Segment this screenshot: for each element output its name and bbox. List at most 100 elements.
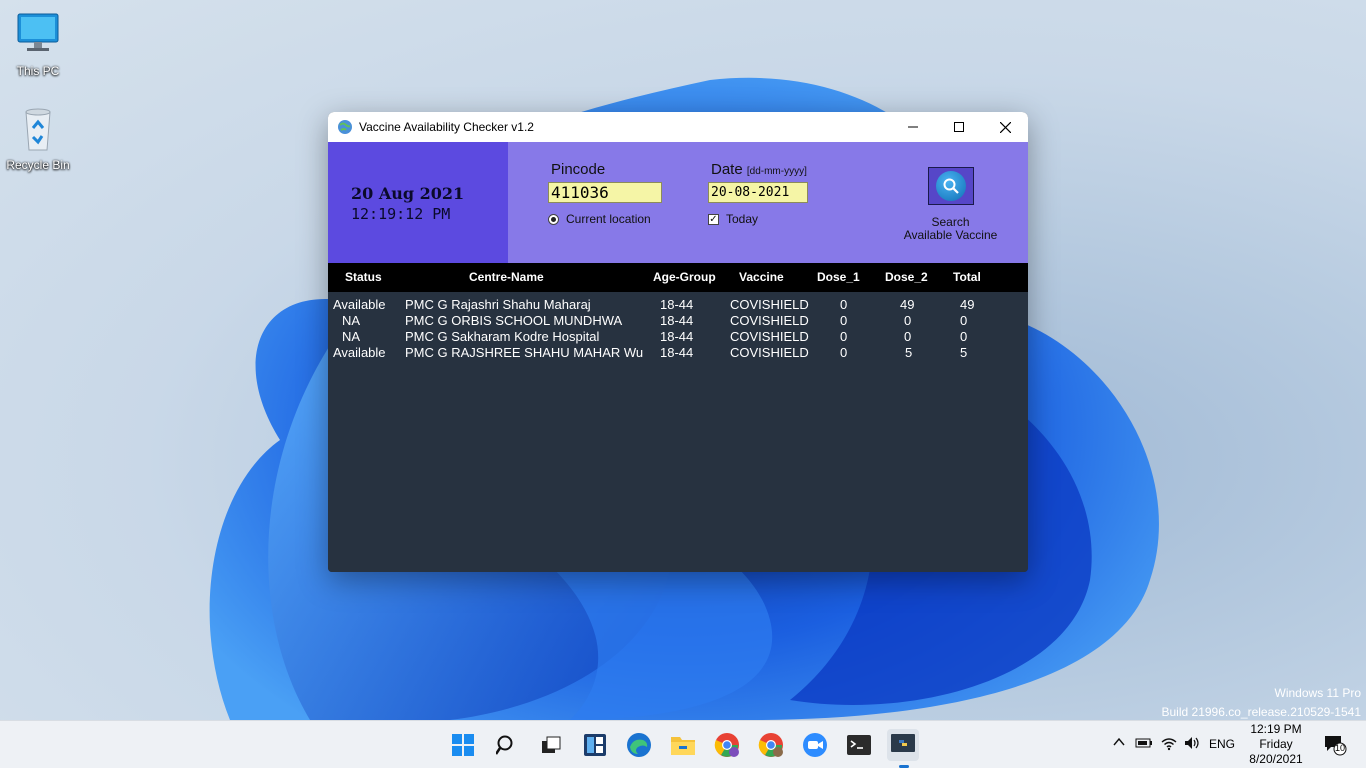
widgets-icon [584, 734, 606, 756]
cell-age-group: 18-44 [660, 329, 694, 344]
desktop-icon-this-pc[interactable]: This PC [0, 12, 76, 78]
title-bar[interactable]: Vaccine Availability Checker v1.2 [328, 112, 1028, 142]
search-button[interactable] [928, 167, 974, 205]
date-label: Date [dd-mm-yyyy] [711, 161, 807, 178]
table-row: Available PMC G RAJSHREE SHAHU MAHAR Wu … [328, 345, 1028, 361]
cell-centre: PMC G RAJSHREE SHAHU MAHAR Wu [405, 345, 644, 360]
volume-control[interactable] [1183, 735, 1201, 754]
cell-total: 0 [960, 313, 968, 328]
column-header-centre-name: Centre-Name [469, 270, 544, 284]
table-row: NA PMC G ORBIS SCHOOL MUNDHWA 18-44 COVI… [328, 313, 1028, 329]
speaker-icon [1185, 737, 1199, 749]
windows-logo-icon [452, 734, 474, 756]
battery-status[interactable] [1135, 736, 1153, 753]
cell-status: NA [342, 313, 361, 328]
current-location-radio[interactable]: Current location [548, 212, 651, 226]
cell-dose-2: 0 [904, 313, 912, 328]
table-row: NA PMC G Sakharam Kodre Hospital 18-44 C… [328, 329, 1028, 345]
chrome-profile-1-button[interactable] [711, 729, 743, 761]
checkmark-icon: ✓ [708, 213, 719, 225]
network-status[interactable] [1160, 735, 1178, 754]
search-caption-line2: Available Vaccine [903, 228, 998, 242]
taskbar-clock[interactable]: 12:19 PM Friday 8/20/2021 [1240, 722, 1312, 767]
cell-dose-1: 0 [840, 345, 848, 360]
search-caption: Search Available Vaccine [888, 216, 1013, 242]
cell-dose-1: 0 [840, 297, 848, 312]
widgets-button[interactable] [579, 729, 611, 761]
battery-plug-icon [1135, 738, 1152, 748]
maximize-button[interactable] [936, 112, 982, 142]
file-explorer-button[interactable] [667, 729, 699, 761]
terminal-icon [847, 735, 871, 755]
terminal-button[interactable] [843, 729, 875, 761]
python-app-button[interactable] [887, 729, 919, 761]
pincode-label: Pincode [551, 161, 606, 178]
desktop-icon-recycle-bin[interactable]: Recycle Bin [0, 106, 76, 172]
minimize-icon [908, 126, 918, 128]
current-date: 20 Aug 2021 [351, 184, 465, 203]
cell-total: 5 [960, 345, 968, 360]
task-view-button[interactable] [535, 729, 567, 761]
python-app-icon [891, 734, 915, 752]
results-table-header: Status Centre-Name Age-Group Vaccine Dos… [328, 263, 1028, 292]
clock-panel: 20 Aug 2021 12:19:12 PM [328, 142, 508, 263]
taskbar-day: Friday [1259, 737, 1293, 751]
date-input[interactable]: 20-08-2021 [708, 182, 808, 203]
cell-dose-2: 5 [905, 345, 913, 360]
chrome-profile-2-button[interactable] [755, 729, 787, 761]
chrome-icon [758, 733, 783, 757]
zoom-icon [803, 733, 827, 757]
recycle-bin-icon [14, 106, 62, 154]
table-row: Available PMC G Rajashri Shahu Maharaj 1… [328, 297, 1028, 313]
column-header-dose-2: Dose_2 [885, 270, 928, 284]
current-location-label: Current location [566, 212, 651, 226]
search-header: 20 Aug 2021 12:19:12 PM Pincode 411036 C… [328, 142, 1028, 263]
column-header-vaccine: Vaccine [739, 270, 784, 284]
pincode-input[interactable]: 411036 [548, 182, 662, 203]
search-icon [496, 735, 513, 755]
app-window: Vaccine Availability Checker v1.2 20 Aug… [328, 112, 1028, 572]
start-button[interactable] [447, 729, 479, 761]
cell-status: NA [342, 329, 361, 344]
cell-age-group: 18-44 [660, 345, 694, 360]
folder-icon [671, 737, 695, 755]
cell-vaccine: COVISHIELD [730, 313, 809, 328]
show-hidden-icons-button[interactable] [1112, 735, 1126, 752]
current-time: 12:19:12 PM [351, 205, 451, 223]
cell-total: 0 [960, 329, 968, 344]
column-header-age-group: Age-Group [653, 270, 716, 284]
cell-vaccine: COVISHIELD [730, 297, 809, 312]
task-view-icon [542, 736, 561, 753]
column-header-dose-1: Dose_1 [817, 270, 860, 284]
notification-count: 10 [1334, 743, 1345, 753]
search-taskbar-button[interactable] [491, 729, 523, 761]
window-title: Vaccine Availability Checker v1.2 [359, 120, 534, 134]
cell-dose-2: 0 [904, 329, 912, 344]
desktop-icon-label: Recycle Bin [6, 158, 70, 172]
cell-age-group: 18-44 [660, 313, 694, 328]
windows-build-watermark: Build 21996.co_release.210529-1541 [1161, 705, 1362, 719]
edge-icon [627, 733, 651, 757]
cell-total: 49 [960, 297, 975, 312]
date-format-hint: [dd-mm-yyyy] [746, 166, 807, 177]
cell-dose-1: 0 [840, 329, 848, 344]
close-icon [999, 121, 1011, 133]
cell-age-group: 18-44 [660, 297, 694, 312]
input-language[interactable]: ENG [1209, 737, 1235, 751]
date-label-text: Date [711, 161, 743, 178]
cell-centre: PMC G Rajashri Shahu Maharaj [405, 297, 591, 312]
edge-browser-button[interactable] [623, 729, 655, 761]
chevron-up-icon [1113, 737, 1125, 746]
magnifier-icon [936, 171, 966, 201]
results-table-body: Available PMC G Rajashri Shahu Maharaj 1… [328, 292, 1028, 572]
zoom-button[interactable] [799, 729, 831, 761]
windows-edition-watermark: Windows 11 Pro [1274, 686, 1361, 700]
notification-center-button[interactable]: 10 [1323, 734, 1347, 759]
cell-status: Available [333, 345, 386, 360]
cell-dose-2: 49 [900, 297, 915, 312]
close-button[interactable] [982, 112, 1028, 142]
today-checkbox[interactable]: ✓ Today [708, 212, 758, 226]
monitor-icon [14, 12, 62, 60]
minimize-button[interactable] [890, 112, 936, 142]
cell-centre: PMC G ORBIS SCHOOL MUNDHWA [405, 313, 623, 328]
